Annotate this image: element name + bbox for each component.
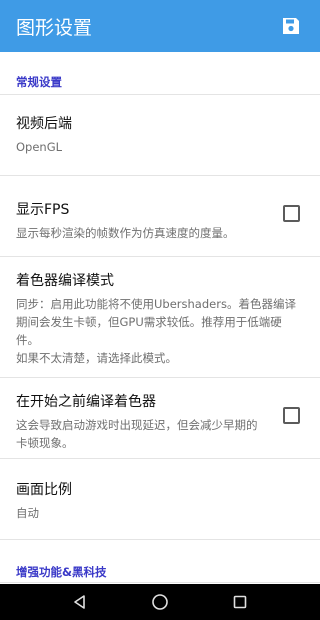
setting-compile-shaders-before-start[interactable]: 在开始之前编译着色器 这会导致启动游戏时出现延迟，但会减少早期的卡顿现象。: [0, 378, 320, 458]
section-header-enhancements: 增强功能&黑科技: [16, 565, 107, 579]
setting-shader-compilation-mode[interactable]: 着色器编译模式 同步：启用此功能将不使用Ubershaders。着色器编译期间会…: [0, 257, 320, 377]
section-header-general: 常规设置: [16, 75, 62, 89]
setting-summary: 自动: [16, 506, 39, 520]
setting-summary: 显示每秒渲染的帧数作为仿真速度的度量。: [16, 226, 235, 240]
show-fps-checkbox[interactable]: [283, 205, 300, 222]
setting-show-fps[interactable]: 显示FPS 显示每秒渲染的帧数作为仿真速度的度量。: [0, 176, 320, 256]
system-nav-bar: [0, 584, 320, 620]
compile-shaders-checkbox[interactable]: [283, 407, 300, 424]
save-icon[interactable]: [278, 13, 304, 39]
setting-summary: 同步：启用此功能将不使用Ubershaders。着色器编译期间会发生卡顿，但GP…: [16, 297, 296, 365]
setting-summary: 这会导致启动游戏时出现延迟，但会减少早期的卡顿现象。: [16, 418, 258, 450]
setting-title: 画面比例: [16, 482, 72, 498]
back-triangle-icon[interactable]: [65, 587, 95, 617]
page-title: 图形设置: [16, 16, 93, 39]
setting-summary: OpenGL: [16, 140, 63, 154]
home-circle-icon[interactable]: [145, 587, 175, 617]
setting-aspect-ratio[interactable]: 画面比例 自动: [0, 459, 320, 539]
setting-title: 视频后端: [16, 116, 72, 132]
setting-title: 着色器编译模式: [16, 273, 114, 289]
app-bar: 图形设置: [0, 0, 320, 52]
recents-square-icon[interactable]: [225, 587, 255, 617]
setting-video-backend[interactable]: 视频后端 OpenGL: [0, 95, 320, 175]
setting-title: 在开始之前编译着色器: [16, 394, 156, 410]
settings-list: 常规设置 视频后端 OpenGL 显示FPS 显示每秒渲染的帧数作为仿真速度的度…: [0, 52, 320, 584]
setting-title: 显示FPS: [16, 202, 70, 218]
